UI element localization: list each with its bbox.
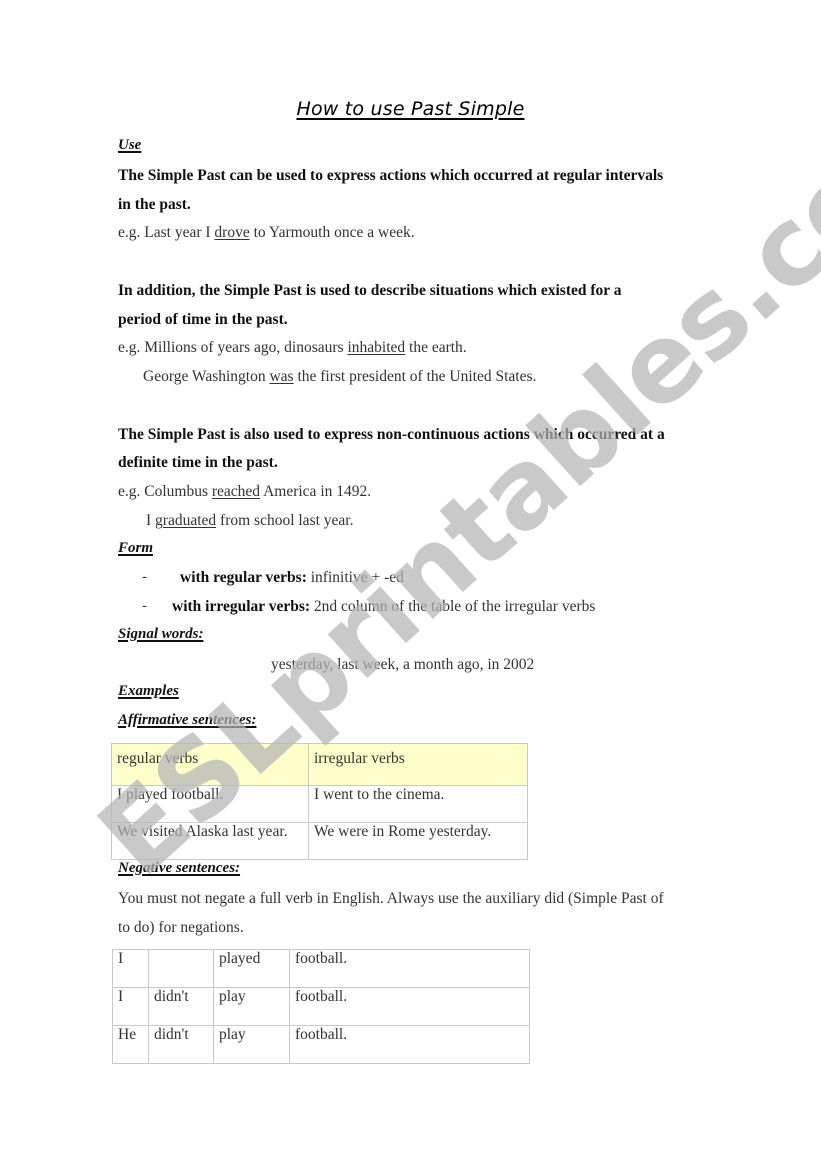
rule3-example-1: e.g. Columbus reached America in 1492. <box>118 483 371 501</box>
table-header-cell: irregular verbs <box>308 743 528 786</box>
form-item-label: with regular verbs: <box>180 569 307 586</box>
example-verb: reached <box>211 483 261 500</box>
table-cell: I went to the cinema. <box>308 785 528 823</box>
table-cell: We visited Alaska last year. <box>111 822 309 860</box>
rule1-line2: in the past. <box>118 196 191 213</box>
form-bullet-1: - <box>142 569 147 585</box>
example-prefix: I <box>146 512 156 529</box>
table-header-row: regular verbs irregular verbs <box>111 743 528 786</box>
rule2-example-2: George Washington was the first presiden… <box>143 368 536 386</box>
example-suffix: from school last year. <box>216 512 354 529</box>
negative-table: I played football. I didn't play footbal… <box>112 949 530 1064</box>
rule2-line2: period of time in the past. <box>118 311 288 328</box>
example-suffix: the earth. <box>405 339 467 356</box>
table-cell: football. <box>289 949 530 988</box>
table-cell: didn't <box>148 1025 214 1064</box>
rule3-example-2: I graduated from school last year. <box>146 512 353 530</box>
table-cell: play <box>213 1025 290 1064</box>
table-cell <box>148 949 214 988</box>
affirmative-heading: Affirmative sentences: <box>118 712 257 728</box>
example-prefix: e.g. Last year I <box>118 224 215 241</box>
rule3-line2: definite time in the past. <box>118 454 278 471</box>
negative-line-2: to do) for negations. <box>118 919 244 936</box>
table-header-cell: regular verbs <box>111 743 309 786</box>
table-row: I played football. I went to the cinema. <box>111 785 528 823</box>
example-prefix: e.g. Columbus <box>118 483 212 500</box>
example-suffix: to Yarmouth once a week. <box>249 224 415 241</box>
table-cell: I <box>112 987 149 1026</box>
negative-heading: Negative sentences: <box>118 860 241 876</box>
form-bullet-2: - <box>142 598 147 614</box>
form-item-text: 2nd column of the table of the irregular… <box>310 598 596 615</box>
rule1-line1: The Simple Past can be used to express a… <box>118 167 664 184</box>
table-cell: played <box>213 949 290 988</box>
table-cell: I played football. <box>111 785 309 823</box>
example-prefix: e.g. Millions of years ago, dinosaurs <box>118 339 348 356</box>
rule2-example-1: e.g. Millions of years ago, dinosaurs in… <box>118 339 467 357</box>
table-cell: We were in Rome yesterday. <box>308 822 528 860</box>
affirmative-table: regular verbs irregular verbs I played f… <box>111 743 528 860</box>
form-item-irregular: with irregular verbs: 2nd column of the … <box>172 598 595 616</box>
form-item-text: infinitive + -ed <box>306 569 404 586</box>
table-cell: He <box>112 1025 149 1064</box>
example-verb: drove <box>214 224 250 241</box>
form-item-label: with irregular verbs: <box>172 598 311 615</box>
negative-line-1: You must not negate a full verb in Engli… <box>118 890 664 907</box>
worksheet-page: How to use Past Simple Use The Simple Pa… <box>0 0 821 1169</box>
form-item-regular: with regular verbs: infinitive + -ed <box>180 569 404 587</box>
example-verb: inhabited <box>347 339 406 356</box>
table-row: We visited Alaska last year. We were in … <box>111 822 528 860</box>
example-verb: was <box>269 368 294 385</box>
table-row: I played football. <box>112 949 530 988</box>
example-prefix: George Washington <box>143 368 270 385</box>
rule3-line1: The Simple Past is also used to express … <box>118 426 665 443</box>
signal-words-text: yesterday, last week, a month ago, in 20… <box>271 656 535 673</box>
table-cell: I <box>112 949 149 988</box>
table-cell: didn't <box>148 987 214 1026</box>
rule1-example: e.g. Last year I drove to Yarmouth once … <box>118 224 415 242</box>
table-cell: football. <box>289 987 530 1026</box>
table-row: He didn't play football. <box>112 1025 530 1064</box>
table-cell: football. <box>289 1025 530 1064</box>
form-heading: Form <box>118 540 154 556</box>
signal-words-heading: Signal words: <box>118 626 204 642</box>
table-row: I didn't play football. <box>112 987 530 1026</box>
table-cell: play <box>213 987 290 1026</box>
use-heading: Use <box>118 137 142 153</box>
examples-heading: Examples <box>118 683 179 699</box>
page-title: How to use Past Simple <box>296 98 525 120</box>
example-suffix: America in 1492. <box>260 483 372 500</box>
example-verb: graduated <box>155 512 217 529</box>
rule2-line1: In addition, the Simple Past is used to … <box>118 282 622 299</box>
example-suffix: the first president of the United States… <box>293 368 537 385</box>
